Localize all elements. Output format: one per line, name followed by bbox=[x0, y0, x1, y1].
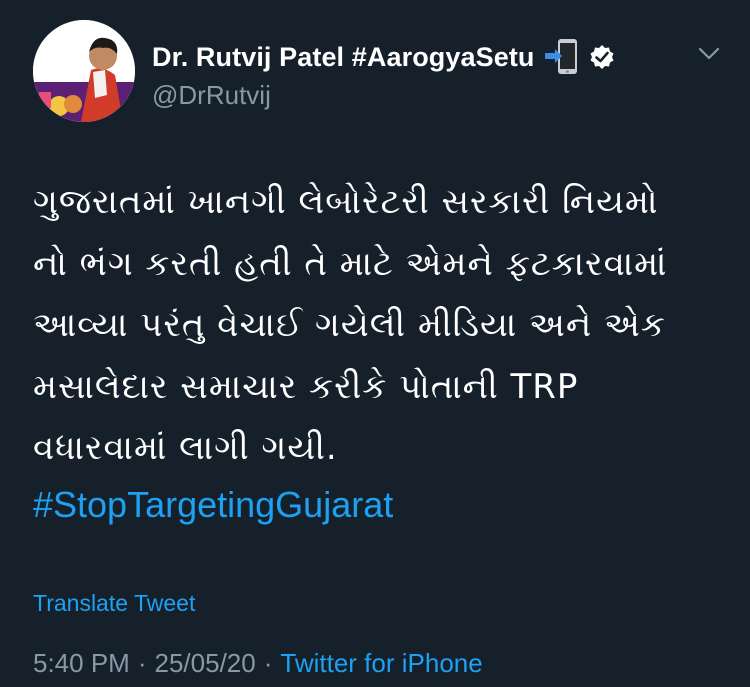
separator-dot: · bbox=[137, 648, 147, 678]
tweet-date[interactable]: 25/05/20 bbox=[155, 648, 256, 678]
avatar[interactable] bbox=[33, 20, 135, 122]
profile-photo bbox=[33, 20, 135, 122]
tweet-text-line: મસાલેદાર સમાચાર કરીકે પોતાની TRP bbox=[33, 366, 579, 407]
tweet-text: ગુજરાતમાં ખાનગી લેબોરેટરી સરકારી નિયમો ન… bbox=[33, 172, 723, 480]
tweet-text-line: આવ્યા પરંતુ વેચાઈ ગયેલી મીડિયા અને એક bbox=[33, 305, 666, 345]
tweet-time[interactable]: 5:40 PM bbox=[33, 648, 130, 678]
author-display-name[interactable]: Dr. Rutvij Patel #AarogyaSetu bbox=[152, 42, 535, 73]
tweet-metadata: 5:40 PM · 25/05/20 · Twitter for iPhone bbox=[33, 648, 483, 679]
translate-tweet-link[interactable]: Translate Tweet bbox=[33, 590, 195, 617]
chevron-down-icon[interactable] bbox=[698, 46, 720, 62]
tweet-text-line: વધારવામાં લાગી ગયી. bbox=[33, 428, 338, 468]
tweet-text-line: ગુજરાતમાં ખાનગી લેબોરેટરી સરકારી નિયમો bbox=[33, 182, 659, 222]
separator-dot: · bbox=[263, 648, 273, 678]
mobile-phone-arrow-icon bbox=[544, 38, 581, 76]
author-handle[interactable]: @DrRutvij bbox=[152, 80, 271, 111]
tweet-text-line: નો ભંગ કરતી હતી તે માટે એમને ફટકારવામાં bbox=[33, 243, 668, 284]
verified-badge-icon bbox=[589, 44, 615, 70]
tweet-source-link[interactable]: Twitter for iPhone bbox=[280, 648, 482, 678]
author-name-row[interactable]: Dr. Rutvij Patel #AarogyaSetu bbox=[152, 38, 615, 76]
hashtag-link[interactable]: #StopTargetingGujarat bbox=[33, 484, 393, 526]
